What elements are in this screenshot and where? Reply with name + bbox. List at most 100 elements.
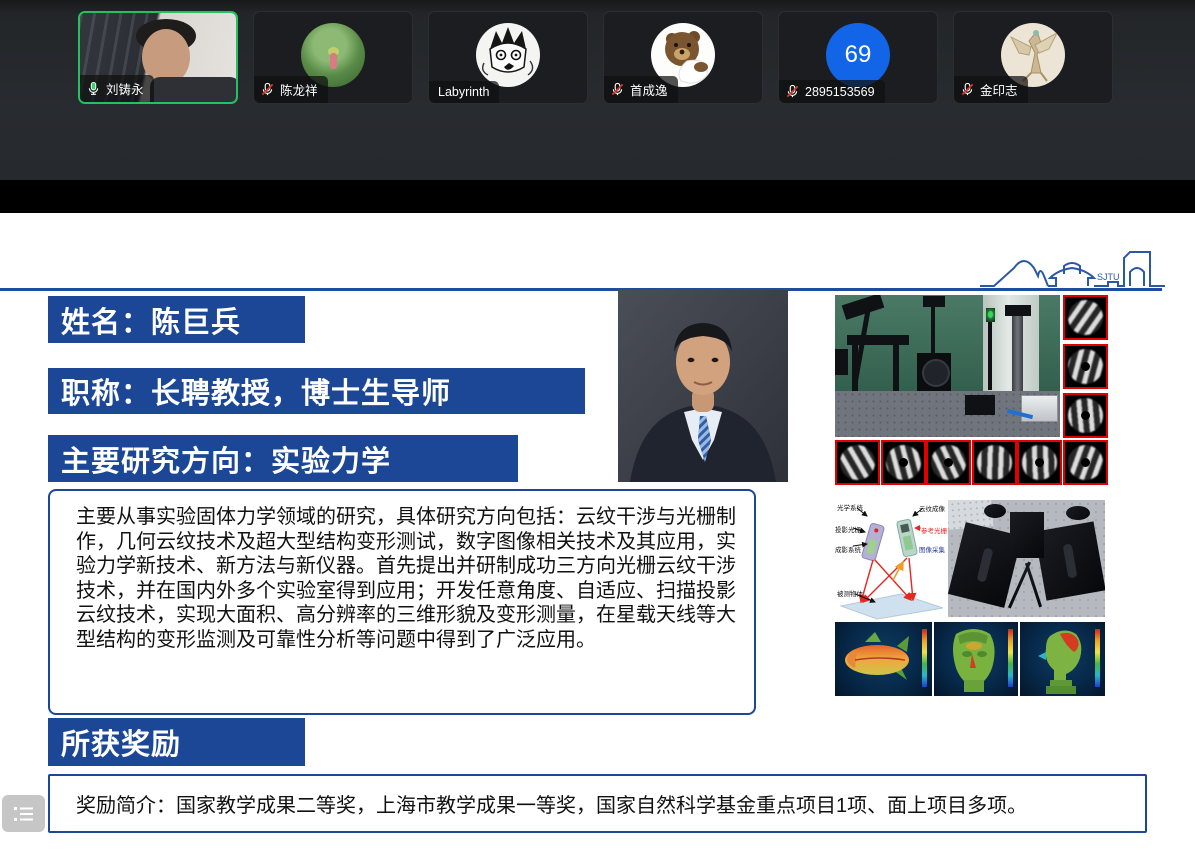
head-profile-scan bbox=[1020, 622, 1105, 696]
participant-tile-jin-yinzhi[interactable]: 金印志 bbox=[953, 11, 1113, 104]
projection-moire-figure: 光学系统 投影光栅 成影系统 云纹成像 参考光栅 图像采集 被测物体 bbox=[835, 500, 1105, 696]
participant-name: Labyrinth bbox=[438, 85, 489, 99]
optical-lab-photo bbox=[835, 295, 1060, 437]
participant-name-tag: Labyrinth bbox=[429, 81, 499, 103]
participant-name: 金印志 bbox=[980, 80, 1018, 99]
schematic-drawing bbox=[835, 500, 947, 620]
participant-tile-chen-longxiang[interactable]: 陈龙祥 bbox=[253, 11, 413, 104]
name-header-label: 姓名：陈巨兵 bbox=[61, 299, 241, 341]
logo-text: SJTU bbox=[1097, 272, 1120, 282]
instrument-leg bbox=[852, 345, 858, 391]
mic-muted-icon bbox=[785, 84, 800, 99]
number-avatar: 69 bbox=[826, 23, 890, 87]
sjtu-skyline-logo: SJTU bbox=[980, 246, 1165, 290]
fringe-pattern bbox=[1063, 393, 1108, 438]
instrument-mount bbox=[923, 296, 945, 307]
steel-cylinder bbox=[1012, 313, 1023, 391]
awards-text: 奖励简介：国家教学成果二等奖，上海市教学成果一等奖，国家自然科学基金重点项目1项… bbox=[76, 789, 1027, 818]
schematic-label: 成影系统 bbox=[835, 544, 861, 554]
participant-tile-shou-chengyi[interactable]: 首成逸 bbox=[603, 11, 763, 104]
person-shoulder bbox=[150, 77, 238, 104]
schematic-label: 云纹成像 bbox=[919, 503, 945, 513]
outline-tool-button[interactable] bbox=[2, 795, 45, 832]
awards-header-label: 所获奖励 bbox=[61, 721, 181, 763]
participant-name-tag: 刘铸永 bbox=[80, 75, 154, 102]
participant-name: 首成逸 bbox=[630, 80, 668, 99]
moire-lab-figure bbox=[835, 295, 1107, 485]
participant-name-tag: 陈龙祥 bbox=[254, 76, 328, 103]
list-icon bbox=[13, 805, 35, 823]
lens-cap bbox=[1066, 506, 1090, 520]
scan-result-head-profile bbox=[1020, 622, 1105, 696]
schematic-label: 参考光栅 bbox=[921, 525, 947, 535]
schematic-label: 光学系统 bbox=[837, 502, 863, 512]
mic-muted-icon bbox=[960, 82, 975, 97]
professor-portrait bbox=[618, 290, 788, 482]
letterbox-bar bbox=[0, 180, 1195, 213]
anime-sketch bbox=[476, 23, 540, 87]
center-camera-unit bbox=[1010, 512, 1044, 558]
research-description-text: 主要从事实验固体力学领域的研究，具体研究方向包括：云纹干涉与光栅制作，几何云纹技… bbox=[76, 505, 736, 653]
fringe-pattern bbox=[881, 440, 926, 485]
projector-box-right bbox=[1034, 521, 1105, 600]
table-box bbox=[965, 395, 995, 415]
name-header: 姓名：陈巨兵 bbox=[48, 296, 305, 343]
lens-cap bbox=[984, 504, 1006, 518]
awards-header: 所获奖励 bbox=[48, 718, 305, 766]
schematic-label: 图像采集 bbox=[919, 544, 945, 554]
mic-muted-icon bbox=[610, 82, 625, 97]
participant-name: 刘铸永 bbox=[106, 79, 144, 98]
meeting-window: 刘铸永 陈龙祥 bbox=[0, 0, 1195, 858]
instrument-platform bbox=[847, 335, 909, 345]
lens-assembly bbox=[917, 353, 951, 391]
projection-schematic: 光学系统 投影光栅 成影系统 云纹成像 参考光栅 图像采集 被测物体 bbox=[835, 500, 947, 620]
participant-tiles: 刘铸永 陈龙祥 bbox=[78, 11, 1113, 104]
color-scale-bar bbox=[1008, 629, 1013, 687]
shared-slide: SJTU 姓名：陈巨兵 职称：长聘教授，博士生导师 主要研究方向：实验力学 bbox=[0, 213, 1195, 858]
portrait-illustration bbox=[618, 290, 788, 482]
green-indicator-light bbox=[986, 308, 995, 322]
participant-name: 陈龙祥 bbox=[280, 80, 318, 99]
title-header: 职称：长聘教授，博士生导师 bbox=[48, 368, 585, 414]
instrument-head bbox=[1005, 305, 1031, 316]
garden-figure bbox=[330, 53, 337, 69]
mic-muted-icon bbox=[260, 82, 275, 97]
participant-name: 2895153569 bbox=[805, 85, 875, 99]
title-header-label: 职称：长聘教授，博士生导师 bbox=[61, 370, 451, 412]
participant-tile-labyrinth[interactable]: Labyrinth bbox=[428, 11, 588, 104]
fringe-pattern bbox=[835, 440, 880, 485]
fringe-pattern bbox=[1063, 295, 1108, 340]
face-scan bbox=[934, 622, 1018, 696]
cable bbox=[1025, 563, 1042, 608]
schematic-label: 投影光栅 bbox=[835, 524, 861, 534]
participant-name-tag: 首成逸 bbox=[604, 76, 678, 103]
color-scale-bar bbox=[1095, 629, 1100, 687]
schematic-label: 被测物体 bbox=[837, 588, 863, 598]
avatar-number: 69 bbox=[845, 41, 872, 69]
research-field-label: 主要研究方向：实验力学 bbox=[61, 438, 391, 480]
fringe-pattern bbox=[926, 440, 971, 485]
instrument-leg bbox=[893, 345, 899, 391]
participant-tile-liu-zhuyong[interactable]: 刘铸永 bbox=[78, 11, 238, 104]
awards-box: 奖励简介：国家教学成果二等奖，上海市教学成果一等奖，国家自然科学基金重点项目1项… bbox=[48, 774, 1147, 833]
scan-result-face bbox=[934, 622, 1018, 696]
fringe-pattern bbox=[1017, 440, 1062, 485]
fringe-pattern bbox=[1063, 344, 1108, 389]
video-strip: 刘铸永 陈龙祥 bbox=[0, 0, 1195, 180]
participant-tile-2895153569[interactable]: 69 2895153569 bbox=[778, 11, 938, 104]
anime-avatar bbox=[476, 23, 540, 87]
participant-name-tag: 金印志 bbox=[954, 76, 1028, 103]
research-field-header: 主要研究方向：实验力学 bbox=[48, 435, 518, 482]
color-scale-bar bbox=[922, 629, 927, 687]
fish-scan bbox=[835, 622, 932, 696]
fringe-pattern bbox=[1063, 440, 1108, 485]
projector-units-photo bbox=[948, 500, 1105, 617]
accent-line bbox=[0, 288, 1162, 291]
mic-on-icon bbox=[86, 81, 101, 96]
scan-result-fish bbox=[835, 622, 932, 696]
instrument-box bbox=[835, 349, 848, 375]
research-description-box: 主要从事实验固体力学领域的研究，具体研究方向包括：云纹干涉与光栅制作，几何云纹技… bbox=[48, 489, 756, 715]
fringe-pattern bbox=[972, 440, 1017, 485]
participant-name-tag: 2895153569 bbox=[779, 80, 885, 103]
led-post bbox=[988, 322, 992, 390]
